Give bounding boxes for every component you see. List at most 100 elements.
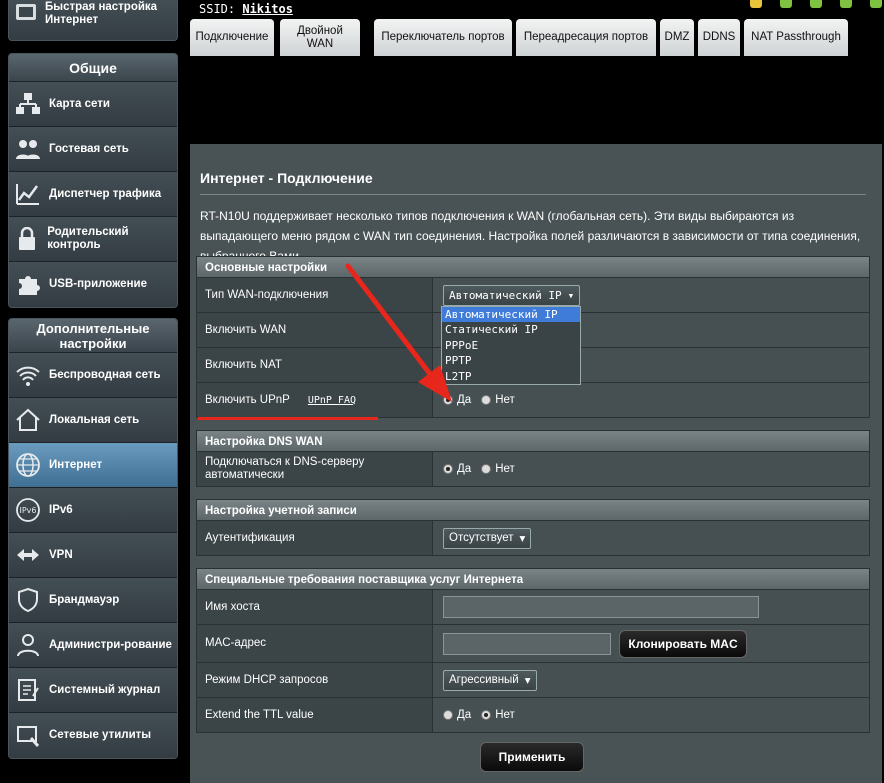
content-panel: Интернет - Подключение RT-N10U поддержив… bbox=[190, 144, 882, 783]
status-icon[interactable] bbox=[840, 0, 852, 8]
usb-app-icon bbox=[13, 270, 43, 300]
dhcp-mode-select[interactable]: Агрессивный ▾ bbox=[443, 669, 537, 691]
tab-nat-passthrough[interactable]: NAT Passthrough bbox=[744, 19, 848, 56]
sidebar-item-vpn[interactable]: VPN bbox=[9, 533, 177, 578]
sidebar-item-label: Гостевая сеть bbox=[49, 142, 129, 155]
sidebar-item-label: Интернет bbox=[49, 458, 103, 471]
sidebar-item-lan[interactable]: Локальная сеть bbox=[9, 398, 177, 443]
sidebar-item-quick-setup[interactable]: Быстрая настройка Интернет bbox=[9, 0, 177, 40]
sidebar-item-firewall[interactable]: Брандмауэр bbox=[9, 578, 177, 623]
tab-dual-wan[interactable]: Двойной WAN bbox=[280, 19, 360, 56]
dns-auto-row: Подключаться к DNS-серверу автоматически… bbox=[196, 452, 870, 487]
sidebar-item-label: Родительский контроль bbox=[47, 226, 129, 251]
ssid-display: SSID: Nikitos bbox=[199, 2, 293, 16]
section-title: Специальные требования поставщика услуг … bbox=[196, 568, 870, 590]
sidebar-item-label: IPv6 bbox=[49, 503, 73, 516]
sidebar-item-parental-control[interactable]: Родительский контроль bbox=[9, 217, 177, 262]
sidebar-item-traffic-manager[interactable]: Диспетчер трафика bbox=[9, 172, 177, 217]
radio-label: Нет bbox=[495, 463, 515, 475]
status-icon[interactable] bbox=[750, 0, 762, 8]
sidebar-item-label: Локальная сеть bbox=[49, 413, 140, 426]
isp-settings-section: Специальные требования поставщика услуг … bbox=[196, 568, 870, 733]
sidebar-item-label: Беспроводная сеть bbox=[49, 368, 161, 381]
wireless-icon bbox=[13, 360, 43, 390]
status-icon[interactable] bbox=[870, 0, 882, 8]
quick-setup-block: Быстрая настройка Интернет bbox=[8, 0, 178, 41]
ttl-no-radio[interactable]: Нет bbox=[481, 709, 515, 721]
mac-row: MAC-адрес Клонировать MAC bbox=[196, 625, 870, 663]
dns-yes-radio[interactable]: Да bbox=[443, 463, 471, 475]
sidebar-item-guest-network[interactable]: Гостевая сеть bbox=[9, 127, 177, 172]
guest-network-icon bbox=[13, 134, 43, 164]
vpn-icon bbox=[13, 540, 43, 570]
tab-ddns[interactable]: DDNS bbox=[698, 19, 740, 56]
general-block: Общие Карта сети Гостевая сеть Диспетчер… bbox=[8, 53, 178, 308]
sidebar-item-label: Сетевые утилиты bbox=[49, 729, 152, 741]
sidebar-item-label: VPN bbox=[49, 548, 73, 561]
dhcp-mode-row: Режим DHCP запросов Агрессивный ▾ bbox=[196, 663, 870, 698]
mac-input[interactable] bbox=[443, 632, 611, 655]
log-icon bbox=[13, 675, 43, 705]
sidebar-item-system-log[interactable]: Системный журнал bbox=[9, 668, 177, 713]
radio-dot bbox=[443, 710, 453, 720]
radio-label: Да bbox=[457, 463, 472, 475]
apply-button[interactable]: Применить bbox=[480, 742, 584, 772]
quick-setup-icon bbox=[13, 0, 39, 30]
sidebar-item-internet[interactable]: Интернет bbox=[9, 443, 177, 488]
radio-dot bbox=[443, 464, 453, 474]
sidebar-item-administration[interactable]: Администри-рование bbox=[9, 623, 177, 668]
radio-dot bbox=[481, 710, 492, 720]
globe-icon bbox=[13, 450, 43, 480]
auth-value: Отсутствует bbox=[449, 532, 514, 544]
tab-port-forwarding[interactable]: Переадресация портов bbox=[516, 19, 656, 56]
auth-row: Аутентификация Отсутствует ▾ bbox=[196, 521, 870, 556]
ttl-label: Extend the TTL value bbox=[197, 698, 433, 732]
tab-connection[interactable]: Подключение bbox=[190, 19, 274, 56]
sidebar-item-network-tools[interactable]: Сетевые утилиты bbox=[9, 713, 177, 758]
sidebar-item-label: Карта сети bbox=[49, 97, 110, 110]
radio-label: Нет bbox=[495, 709, 515, 721]
clone-mac-button[interactable]: Клонировать MAC bbox=[619, 629, 747, 658]
tools-icon bbox=[13, 721, 43, 751]
sidebar-section-title: Общие bbox=[9, 54, 177, 82]
hostname-label: Имя хоста bbox=[197, 590, 433, 624]
annotation-arrow bbox=[345, 263, 452, 402]
dhcp-mode-value: Агрессивный bbox=[449, 674, 519, 686]
parental-control-icon bbox=[13, 224, 41, 254]
status-icon[interactable] bbox=[780, 0, 792, 8]
tab-dmz[interactable]: DMZ bbox=[660, 19, 694, 56]
account-settings-section: Настройка учетной записи Аутентификация … bbox=[196, 499, 870, 556]
sidebar-item-ipv6[interactable]: IPv6 IPv6 bbox=[9, 488, 177, 533]
radio-dot bbox=[481, 464, 492, 474]
advanced-block: Дополнительные настройки Беспроводная се… bbox=[8, 318, 178, 759]
sidebar-item-label: Системный журнал bbox=[49, 683, 161, 696]
sidebar-item-label: Брандмауэр bbox=[49, 593, 120, 606]
sidebar-item-label: Диспетчер трафика bbox=[49, 187, 162, 200]
sidebar-item-label: Быстрая настройка Интернет bbox=[45, 0, 158, 26]
sidebar-section-title: Дополнительные настройки bbox=[9, 319, 177, 353]
admin-icon bbox=[13, 630, 43, 660]
sidebar-item-label: Администри-рование bbox=[49, 638, 172, 651]
status-icons bbox=[744, 0, 884, 12]
auth-select[interactable]: Отсутствует ▾ bbox=[443, 527, 532, 549]
ttl-row: Extend the TTL value Да Нет bbox=[196, 698, 870, 733]
dhcp-mode-label: Режим DHCP запросов bbox=[197, 663, 433, 697]
sidebar-item-wireless[interactable]: Беспроводная сеть bbox=[9, 353, 177, 398]
svg-text:IPv6: IPv6 bbox=[19, 506, 36, 515]
hostname-input[interactable] bbox=[443, 596, 759, 618]
firewall-icon bbox=[13, 585, 43, 615]
radio-label: Да bbox=[457, 709, 472, 721]
hostname-row: Имя хоста bbox=[196, 590, 870, 625]
ttl-yes-radio[interactable]: Да bbox=[443, 709, 471, 721]
tab-port-switch[interactable]: Переключатель портов bbox=[374, 19, 512, 56]
status-icon[interactable] bbox=[810, 0, 822, 8]
ipv6-icon: IPv6 bbox=[13, 495, 43, 525]
traffic-manager-icon bbox=[13, 179, 43, 209]
sidebar-item-network-map[interactable]: Карта сети bbox=[9, 82, 177, 127]
section-title: Настройка учетной записи bbox=[196, 499, 870, 521]
dns-no-radio[interactable]: Нет bbox=[481, 463, 515, 475]
sidebar-item-usb-app[interactable]: USB-приложение bbox=[9, 262, 177, 307]
home-icon bbox=[13, 405, 43, 435]
auth-label: Аутентификация bbox=[197, 521, 433, 555]
ssid-value[interactable]: Nikitos bbox=[242, 2, 293, 16]
